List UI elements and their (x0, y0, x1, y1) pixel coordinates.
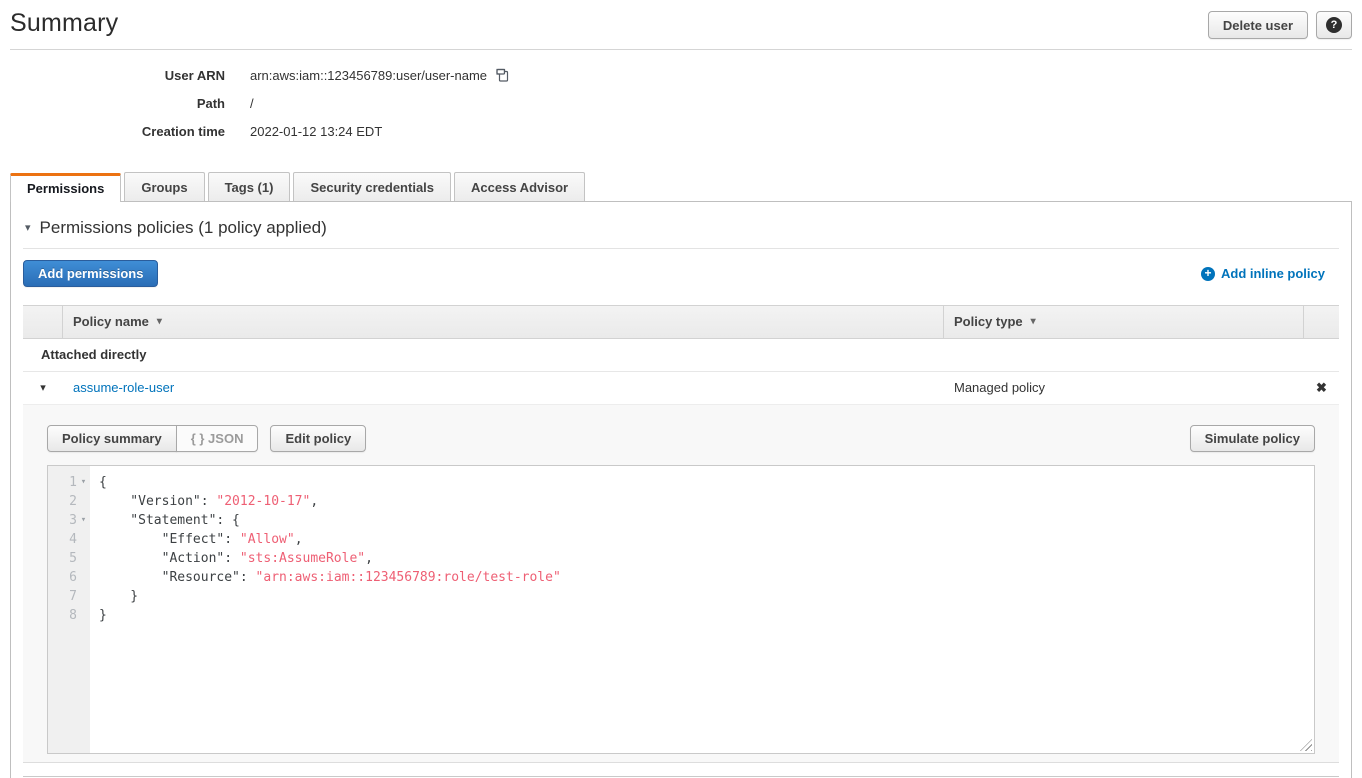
edit-policy-button[interactable]: Edit policy (270, 425, 366, 452)
policy-type-column-header[interactable]: Policy type ▾ (944, 306, 1304, 338)
policies-table: Policy name ▾ Policy type ▾ Attached dir… (23, 305, 1339, 777)
path-row: Path / (10, 96, 1352, 111)
creation-time-value: 2022-01-12 13:24 EDT (250, 124, 382, 139)
creation-time-label: Creation time (10, 124, 250, 139)
table-bottom-border (23, 763, 1339, 777)
sort-arrow-icon: ▾ (157, 314, 162, 330)
sort-arrow-icon: ▾ (1031, 314, 1036, 330)
fold-toggle-icon[interactable]: ▾ (77, 511, 90, 530)
path-label: Path (10, 96, 250, 111)
policy-name-column-header[interactable]: Policy name ▾ (63, 306, 944, 338)
policy-row-expander-icon[interactable]: ▾ (40, 380, 46, 396)
delete-user-button[interactable]: Delete user (1208, 11, 1308, 39)
policy-view-toggle: Policy summary { } JSON (47, 425, 258, 452)
fold-toggle-icon[interactable]: ▾ (77, 473, 90, 492)
plus-circle-icon: + (1201, 267, 1215, 281)
remove-policy-icon[interactable]: ✖ (1316, 380, 1327, 396)
tab-groups[interactable]: Groups (124, 172, 204, 201)
path-value: / (250, 96, 254, 111)
header-expander-cell (23, 306, 63, 338)
user-arn-label: User ARN (10, 68, 250, 83)
tab-tags[interactable]: Tags (1) (208, 172, 291, 201)
header-actions: Delete user ? (1208, 9, 1352, 39)
tab-access-advisor[interactable]: Access Advisor (454, 172, 585, 201)
user-info-section: User ARN arn:aws:iam::123456789:user/use… (10, 50, 1352, 164)
policy-actions-row: Add permissions + Add inline policy (23, 260, 1339, 287)
section-divider (23, 248, 1339, 249)
json-view-button[interactable]: { } JSON (176, 425, 259, 452)
policy-summary-button[interactable]: Policy summary (47, 425, 177, 452)
permissions-tab-panel: ▾ Permissions policies (1 policy applied… (10, 201, 1352, 778)
policy-type-value: Managed policy (954, 380, 1045, 396)
tab-security-credentials[interactable]: Security credentials (293, 172, 451, 201)
iam-user-summary-page: Summary Delete user ? User ARN arn:aws:i… (0, 0, 1362, 778)
add-permissions-button[interactable]: Add permissions (23, 260, 158, 287)
page-header: Summary Delete user ? (10, 0, 1352, 50)
add-inline-policy-link[interactable]: + Add inline policy (1201, 266, 1325, 281)
creation-time-row: Creation time 2022-01-12 13:24 EDT (10, 124, 1352, 139)
policies-table-header: Policy name ▾ Policy type ▾ (23, 305, 1339, 339)
add-inline-policy-label: Add inline policy (1221, 266, 1325, 281)
page-title: Summary (10, 9, 118, 38)
permissions-policies-section-toggle[interactable]: ▾ Permissions policies (1 policy applied… (23, 216, 1339, 238)
policy-json-editor[interactable]: 1▾23▾45678 { "Version": "2012-10-17", "S… (47, 465, 1315, 754)
copy-icon[interactable] (495, 68, 510, 83)
attached-directly-label: Attached directly (23, 339, 156, 371)
user-arn-row: User ARN arn:aws:iam::123456789:user/use… (10, 68, 1352, 83)
attached-directly-group-row: Attached directly (23, 339, 1339, 372)
help-icon: ? (1326, 17, 1342, 33)
editor-code-area[interactable]: { "Version": "2012-10-17", "Statement": … (90, 466, 1314, 753)
permissions-policies-title: Permissions policies (1 policy applied) (40, 218, 327, 238)
tab-bar: Permissions Groups Tags (1) Security cre… (10, 172, 1352, 201)
header-remove-cell (1304, 306, 1339, 338)
simulate-policy-button[interactable]: Simulate policy (1190, 425, 1315, 452)
policy-detail-toolbar: Policy summary { } JSON Edit policy Simu… (47, 425, 1315, 452)
policy-row: ▾ assume-role-user Managed policy ✖ (23, 372, 1339, 405)
editor-line-number-gutter[interactable]: 1▾23▾45678 (48, 466, 90, 753)
policy-detail-panel: Policy summary { } JSON Edit policy Simu… (23, 405, 1339, 763)
section-collapse-icon: ▾ (25, 223, 31, 234)
policy-name-link[interactable]: assume-role-user (73, 380, 174, 396)
help-button[interactable]: ? (1316, 11, 1352, 39)
tab-permissions[interactable]: Permissions (10, 173, 121, 202)
user-arn-value: arn:aws:iam::123456789:user/user-name (250, 68, 487, 83)
